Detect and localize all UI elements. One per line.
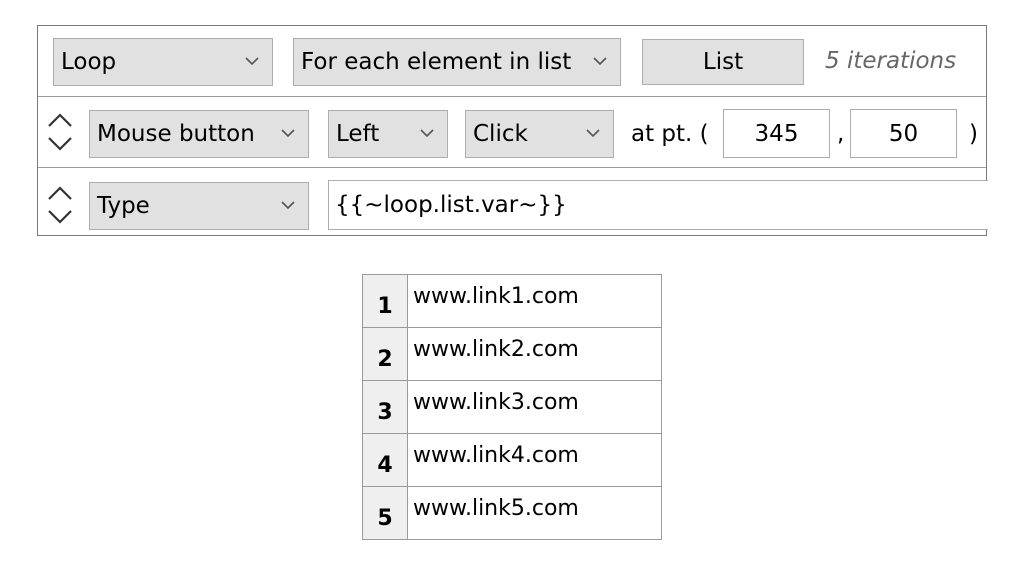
loop-action-dropdown[interactable]: Loop: [53, 38, 273, 86]
mouse-event-dropdown[interactable]: Click: [465, 110, 614, 158]
list-button[interactable]: List: [642, 39, 804, 85]
point-y-input[interactable]: 50: [850, 109, 957, 158]
chevron-down-icon: [281, 201, 295, 210]
table-row: 5 www.link5.com: [362, 486, 662, 540]
loop-mode-dropdown[interactable]: For each element in list: [293, 38, 621, 86]
row-value[interactable]: www.link2.com: [407, 327, 662, 381]
type-action-dropdown[interactable]: Type: [89, 182, 309, 230]
table-row: 1 www.link1.com: [362, 274, 662, 328]
table-row: 3 www.link3.com: [362, 380, 662, 434]
point-x-input[interactable]: 345: [723, 109, 830, 158]
row-value[interactable]: www.link3.com: [407, 380, 662, 434]
mouse-row: Mouse button Left Click at pt. ( 345 , 5…: [38, 97, 986, 168]
action-panel: Loop For each element in list List 5 ite…: [37, 25, 988, 236]
point-comma: ,: [837, 121, 845, 147]
mouse-button-label: Left: [336, 120, 380, 147]
row-index: 5: [362, 486, 408, 540]
mouse-action-dropdown[interactable]: Mouse button: [89, 110, 309, 158]
row-value[interactable]: www.link1.com: [407, 274, 662, 328]
mouse-action-label: Mouse button: [97, 120, 255, 147]
point-close-paren: ): [969, 121, 978, 147]
chevron-down-icon: [420, 129, 434, 138]
row-index: 4: [362, 433, 408, 487]
mouse-event-label: Click: [473, 120, 528, 147]
chevron-down-icon: [586, 129, 600, 138]
type-text-input[interactable]: {{~loop.list.var~}}: [328, 180, 988, 230]
at-point-label: at pt. (: [631, 121, 709, 147]
type-action-label: Type: [97, 192, 150, 219]
table-row: 4 www.link4.com: [362, 433, 662, 487]
type-row: Type {{~loop.list.var~}}: [38, 168, 988, 236]
up-down-arrows-icon[interactable]: [46, 110, 74, 154]
loop-row: Loop For each element in list List 5 ite…: [38, 26, 986, 97]
loop-action-label: Loop: [61, 48, 117, 75]
list-table: 1 www.link1.com 2 www.link2.com 3 www.li…: [362, 274, 662, 540]
chevron-down-icon: [245, 57, 259, 66]
iterations-count: 5 iterations: [825, 48, 957, 74]
chevron-down-icon: [593, 57, 607, 66]
row-index: 1: [362, 274, 408, 328]
row-index: 2: [362, 327, 408, 381]
chevron-down-icon: [281, 129, 295, 138]
row-value[interactable]: www.link5.com: [407, 486, 662, 540]
row-index: 3: [362, 380, 408, 434]
up-down-arrows-icon[interactable]: [46, 183, 74, 227]
table-row: 2 www.link2.com: [362, 327, 662, 381]
mouse-button-dropdown[interactable]: Left: [328, 110, 448, 158]
loop-mode-label: For each element in list: [301, 48, 572, 75]
row-value[interactable]: www.link4.com: [407, 433, 662, 487]
